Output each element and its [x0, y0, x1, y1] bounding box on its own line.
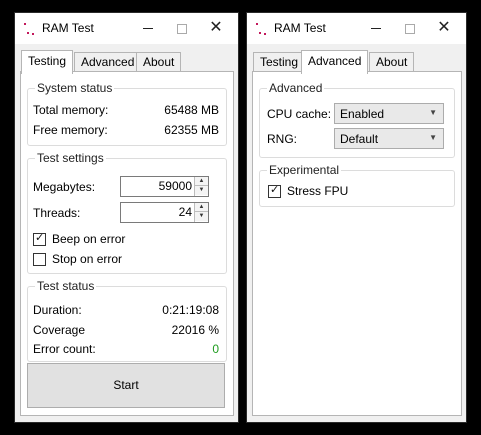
tab-testing[interactable]: Testing — [21, 50, 74, 74]
advanced-group: Advanced CPU cache: Enabled ▼ RNG: Defau… — [259, 81, 455, 158]
spin-down-icon[interactable]: ▼ — [195, 186, 208, 195]
duration-value: 0:21:19:08 — [162, 303, 219, 317]
checkbox-box[interactable]: ✓ — [33, 232, 46, 246]
group-title: System status — [35, 81, 115, 95]
beep-on-error-label[interactable]: Beep on error — [52, 232, 125, 246]
minimize-icon — [143, 28, 153, 30]
group-title: Advanced — [267, 81, 325, 95]
chevron-down-icon[interactable]: ▼ — [429, 133, 437, 142]
tab-about[interactable]: About — [369, 52, 415, 73]
system-status-group: System status Total memory: 65488 MB Fre… — [27, 81, 227, 146]
stress-fpu-label[interactable]: Stress FPU — [287, 184, 348, 198]
stress-fpu-checkbox[interactable]: ✓ Stress FPU — [268, 184, 418, 200]
free-memory-label: Free memory: — [33, 123, 108, 137]
title-bar[interactable]: RAM Test ✕ — [15, 13, 238, 44]
cpu-cache-value[interactable]: Enabled — [340, 107, 384, 121]
title-bar[interactable]: RAM Test ✕ — [247, 13, 466, 44]
total-memory-label: Total memory: — [33, 103, 109, 117]
tab-about[interactable]: About — [136, 52, 182, 73]
megabytes-stepper[interactable]: 59000 ▲ ▼ — [120, 176, 209, 197]
close-button[interactable]: ✕ — [427, 13, 461, 44]
duration-row: Duration: 0:21:19:08 — [33, 303, 219, 319]
test-status-group: Test status Duration: 0:21:19:08 Coverag… — [27, 279, 227, 362]
minimize-icon — [371, 28, 381, 30]
start-button[interactable]: Start — [27, 363, 225, 408]
tab-advanced[interactable]: Advanced — [301, 50, 369, 74]
free-memory-row: Free memory: 62355 MB — [33, 123, 219, 139]
close-icon: ✕ — [437, 19, 451, 36]
checkbox-box[interactable] — [33, 253, 46, 266]
close-icon: ✕ — [209, 19, 223, 36]
error-count-value: 0 — [212, 342, 219, 356]
rng-select[interactable]: Default ▼ — [334, 128, 444, 149]
test-settings-group: Test settings Megabytes: 59000 ▲ ▼ Threa… — [27, 151, 227, 274]
maximize-button[interactable] — [393, 13, 427, 44]
stop-on-error-label[interactable]: Stop on error — [52, 252, 122, 266]
rng-value[interactable]: Default — [340, 132, 378, 146]
stepper-arrows: ▲ ▼ — [194, 203, 208, 222]
coverage-label: Coverage — [33, 323, 86, 337]
ram-test-window-testing: RAM Test ✕ Testing Advanced About System… — [14, 12, 239, 423]
window-title: RAM Test — [274, 21, 326, 35]
check-icon: ✓ — [270, 184, 280, 196]
close-button[interactable]: ✕ — [199, 13, 233, 44]
check-icon: ✓ — [35, 232, 45, 244]
group-title: Experimental — [267, 163, 342, 177]
tab-advanced[interactable]: Advanced — [74, 52, 142, 73]
megabytes-label: Megabytes: — [33, 180, 96, 194]
minimize-button[interactable] — [359, 13, 393, 44]
advanced-panel: Advanced CPU cache: Enabled ▼ RNG: Defau… — [252, 71, 462, 416]
spin-up-icon[interactable]: ▲ — [195, 203, 208, 212]
group-title: Test status — [35, 279, 97, 293]
app-icon — [24, 23, 34, 35]
threads-value[interactable]: 24 — [179, 205, 192, 219]
cpu-cache-label: CPU cache: — [267, 107, 332, 121]
checkbox-box[interactable]: ✓ — [268, 184, 281, 198]
ram-test-window-advanced: RAM Test ✕ Testing Advanced About Advanc… — [246, 12, 467, 423]
cpu-cache-select[interactable]: Enabled ▼ — [334, 103, 444, 124]
window-title: RAM Test — [42, 21, 94, 35]
threads-stepper[interactable]: 24 ▲ ▼ — [120, 202, 209, 223]
experimental-group: Experimental ✓ Stress FPU — [259, 163, 455, 207]
error-count-label: Error count: — [33, 342, 96, 356]
threads-label: Threads: — [33, 206, 81, 220]
maximize-icon — [177, 23, 187, 34]
megabytes-value[interactable]: 59000 — [159, 179, 192, 193]
spin-up-icon[interactable]: ▲ — [195, 177, 208, 186]
free-memory-value: 62355 MB — [164, 123, 219, 137]
duration-label: Duration: — [33, 303, 82, 317]
maximize-button[interactable] — [165, 13, 199, 44]
group-title: Test settings — [35, 151, 106, 165]
chevron-down-icon[interactable]: ▼ — [429, 108, 437, 117]
minimize-button[interactable] — [131, 13, 165, 44]
stepper-arrows: ▲ ▼ — [194, 177, 208, 196]
tab-testing[interactable]: Testing — [253, 52, 306, 73]
beep-on-error-checkbox[interactable]: ✓ Beep on error — [33, 232, 183, 248]
total-memory-row: Total memory: 65488 MB — [33, 103, 219, 119]
spin-down-icon[interactable]: ▼ — [195, 212, 208, 221]
maximize-icon — [405, 23, 415, 34]
total-memory-value: 65488 MB — [164, 103, 219, 117]
stop-on-error-checkbox[interactable]: Stop on error — [33, 252, 183, 268]
app-icon — [256, 23, 266, 35]
error-count-row: Error count: 0 — [33, 342, 219, 358]
coverage-value: 22016 % — [171, 323, 219, 337]
coverage-row: Coverage 22016 % — [33, 323, 219, 339]
rng-label: RNG: — [267, 132, 297, 146]
